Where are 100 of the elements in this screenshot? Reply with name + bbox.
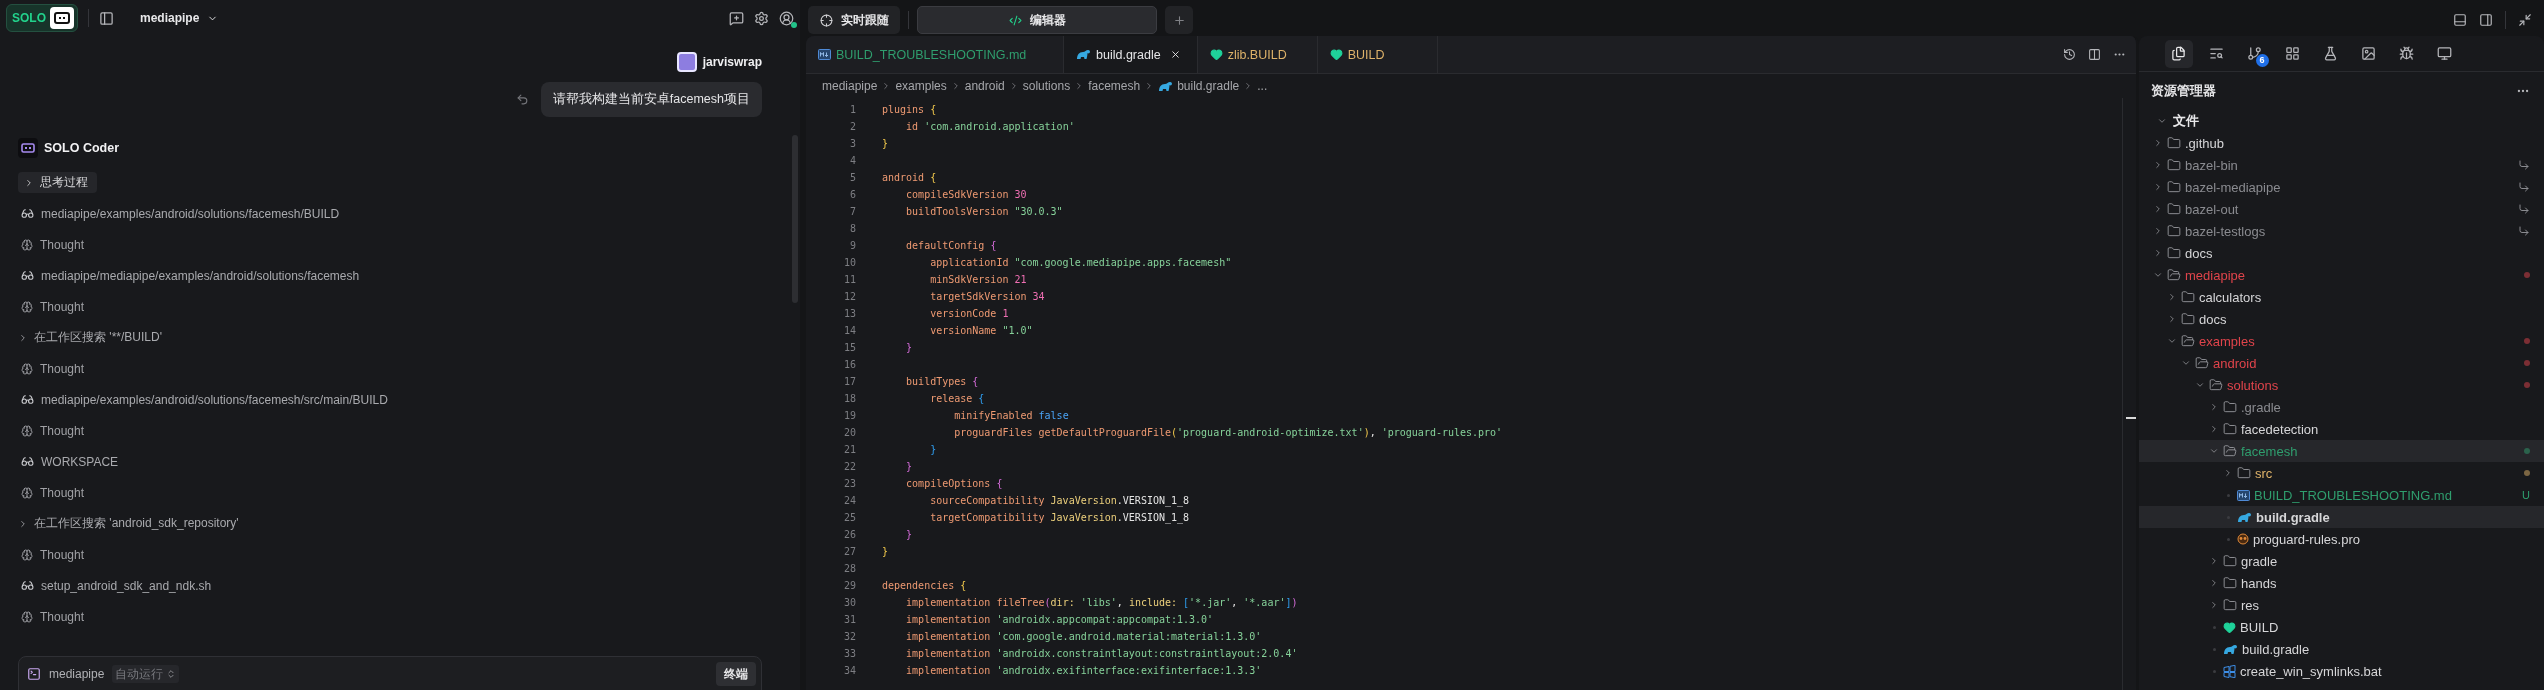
breadcrumb[interactable]: android [964,79,1005,93]
code-line: buildTypes { [905,376,979,387]
tree-item[interactable]: BUILD_TROUBLESHOOTING.md U [2139,484,2544,506]
agent-name: SOLO Coder [44,141,119,155]
line-number: 3 [848,138,856,149]
breadcrumb[interactable]: facemesh [1088,79,1141,93]
code-line: compileOptions { [905,478,1003,489]
tree-item[interactable]: mediapipe [2139,264,2544,286]
tree-item[interactable]: examples [2139,330,2544,352]
line-number: 16 [842,359,856,370]
breadcrumb[interactable]: mediapipe [822,79,878,93]
editor-tab[interactable]: BUILD [1317,36,1438,73]
folder-icon [2167,202,2181,216]
tree-item[interactable]: calculators [2139,286,2544,308]
open-folder-icon [2167,268,2181,282]
agent-icon [18,138,38,158]
file-name: .github [2185,135,2226,151]
tree-item[interactable]: solutions [2139,374,2544,396]
tree-item[interactable]: docs [2139,308,2544,330]
heart-icon [2223,620,2236,634]
tree-item[interactable]: bazel-bin [2139,154,2544,176]
glasses-icon [21,393,34,406]
add-icon[interactable] [1165,6,1193,34]
code-line: implementation 'androidx.appcompat:appcompat:1.3.0' [905,614,1214,625]
tree-item[interactable]: BUILD [2139,616,2544,638]
tree-item[interactable]: create_win_symlinks.bat [2139,660,2544,682]
tree-item[interactable]: src [2139,462,2544,484]
code-line: plugins { [882,104,937,115]
code-line: buildToolsVersion "30.0.3" [905,206,1063,217]
file-name: src [2255,465,2274,481]
count-badge: 6 [2255,53,2269,67]
file-name: build.gradle [2242,641,2311,657]
line-number: 34 [842,665,856,676]
code-line: implementation 'com.google.android.material:material:1.3.0' [905,631,1262,642]
folder-icon [2167,158,2181,172]
user-name: jarviswrap [702,55,762,69]
tree-item[interactable]: .gradle [2139,396,2544,418]
tree-item[interactable]: docs [2139,242,2544,264]
file-name: BUILD [2240,619,2280,635]
line-number: 8 [848,223,856,234]
activity-tab[interactable] [2164,39,2193,68]
tree-item[interactable]: bazel-mediapipe [2139,176,2544,198]
glasses-icon [21,579,34,592]
breadcrumb[interactable]: solutions [1022,79,1071,93]
new-chat-icon[interactable] [729,10,744,26]
sidebar-toggle-icon[interactable] [99,10,114,26]
tree-item[interactable]: build.gradle [2139,638,2544,660]
history-icon[interactable] [2063,48,2076,61]
breadcrumb[interactable]: build.gradle [1177,79,1240,93]
view-tab[interactable]: 实时跟随 [808,6,900,34]
editor-tab[interactable]: build.gradle [1064,36,1198,73]
panel-right-icon[interactable] [2479,13,2493,27]
tree-item[interactable]: hands [2139,572,2544,594]
thinking-toggle[interactable]: 思考过程 [18,172,97,193]
user-icon[interactable] [779,10,794,26]
settings-icon[interactable] [754,10,769,26]
undo-icon[interactable] [515,93,529,106]
tree-item[interactable]: bazel-testlogs [2139,220,2544,242]
section-header[interactable]: 文件 [2139,110,2544,132]
dot-icon [2212,647,2216,651]
tree-item[interactable]: build.gradle [2139,506,2544,528]
tree-item[interactable]: bazel-out [2139,198,2544,220]
code-line: targetSdkVersion 34 [929,291,1045,302]
folder-icon [2181,312,2195,326]
code-line: proguardFiles getDefaultProguardFile('proguard-android-optimize.txt'), 'proguard-rules.pro' [953,427,1503,438]
mode-selector[interactable]: 自动运行 [112,665,180,683]
breadcrumb[interactable]: examples [895,79,947,93]
terminal-button[interactable]: 终端 [716,662,756,686]
elephant-icon [1158,80,1174,92]
brain-icon [21,238,33,251]
project-selector[interactable]: mediapipe [136,11,223,25]
file-name: create_win_symlinks.bat [2240,663,2383,679]
robot-icon [54,12,70,24]
minimize-icon[interactable] [2518,13,2532,27]
folder-icon [2167,224,2181,238]
tree-item[interactable]: gradle [2139,550,2544,572]
open-folder-icon [2209,378,2223,392]
search-step[interactable]: 在工作区搜索 '**/BUILD' [18,329,162,346]
line-number: 14 [842,325,856,336]
activity-tab[interactable]: 6 [2240,39,2269,68]
image-icon [2361,46,2376,61]
close-icon[interactable] [1169,49,1181,60]
search-step[interactable]: 在工作区搜索 'android_sdk_repository' [18,515,239,532]
split-editor-icon[interactable] [2088,48,2101,61]
breadcrumb[interactable]: ... [1257,79,1268,93]
tree-item[interactable]: res [2139,594,2544,616]
view-tab[interactable]: 编辑器 [917,6,1157,34]
tree-item[interactable]: facemesh [2139,440,2544,462]
app-logo[interactable]: SOLO [6,4,78,32]
thought-label: Thought [40,485,85,500]
elephant-icon [2237,511,2252,523]
tree-item[interactable]: android [2139,352,2544,374]
editor-tab[interactable]: zlib.BUILD [1197,36,1318,73]
dot-icon [2226,493,2230,497]
tree-item[interactable]: .github [2139,132,2544,154]
file-path: mediapipe/examples/android/solutions/facemesh/src/main/BUILD [41,392,388,407]
tree-item[interactable]: facedetection [2139,418,2544,440]
panel-bottom-icon[interactable] [2453,13,2467,27]
open-folder-icon [2181,334,2195,348]
tree-item[interactable]: proguard-rules.pro [2139,528,2544,550]
